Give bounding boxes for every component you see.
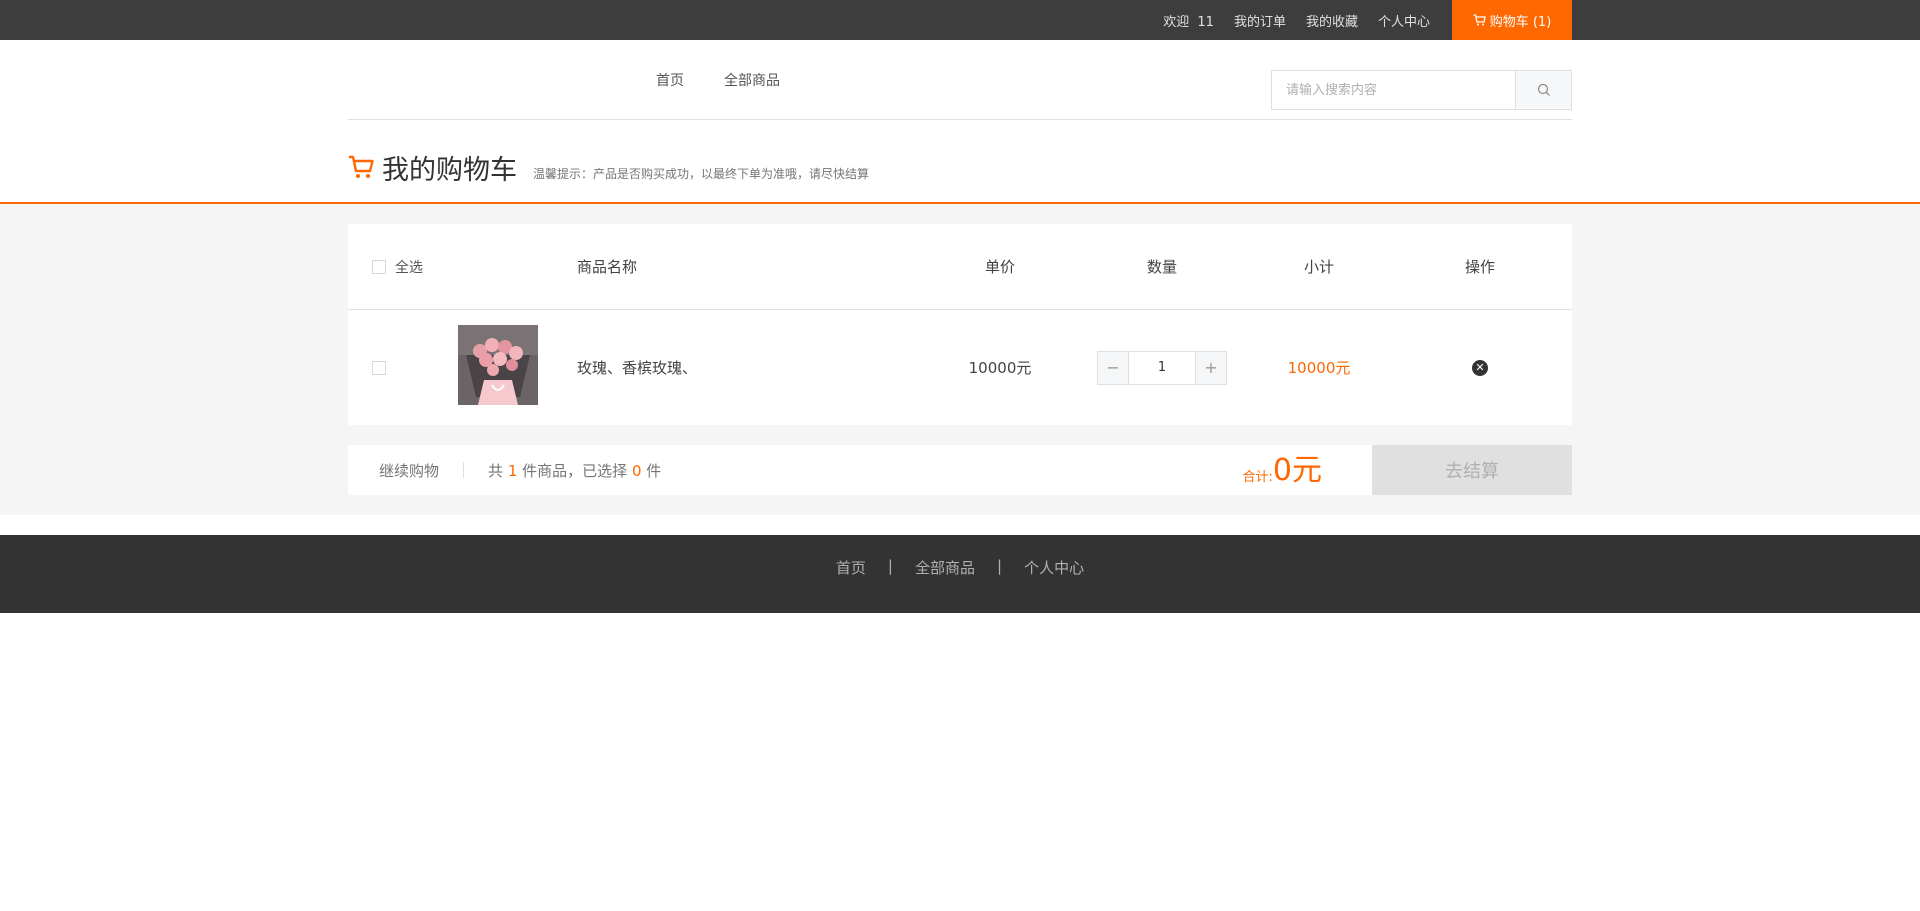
- search-input[interactable]: [1271, 70, 1515, 110]
- select-all-checkbox[interactable]: [372, 259, 386, 274]
- footer-separator: |: [997, 557, 1003, 575]
- product-thumbnail[interactable]: [458, 325, 538, 405]
- column-header-price: 单价: [984, 258, 1015, 276]
- cart-title-section: 我的购物车 温馨提示：产品是否购买成功，以最终下单为准哦，请尽快结算: [0, 120, 1920, 204]
- count-suffix: 件: [646, 461, 662, 480]
- search-icon: [1537, 83, 1550, 96]
- cart-area: 全选 商品名称 单价 数量 小计 操作 玫瑰、香槟玫瑰、 10000元 − 1 …: [0, 204, 1920, 515]
- increase-qty-button[interactable]: +: [1196, 351, 1226, 384]
- item-qty: − 1 +: [1074, 350, 1250, 385]
- footer-link-user-center[interactable]: 个人中心: [1024, 557, 1084, 613]
- welcome-label: 欢迎: [1163, 14, 1190, 30]
- top-bar-links: 欢迎 11 我的订单 我的收藏 个人中心 购物车 (1): [1143, 0, 1572, 40]
- cart-icon: [1473, 14, 1486, 26]
- total-value: 0元: [1272, 453, 1322, 488]
- footer-link-home[interactable]: 首页: [836, 557, 866, 613]
- site-footer: 首页 | 全部商品 | 个人中心: [0, 535, 1920, 613]
- column-header-qty: 数量: [1146, 258, 1177, 276]
- decrease-qty-button[interactable]: −: [1098, 351, 1128, 384]
- page-title: 我的购物车: [382, 154, 517, 186]
- item-count: 共 1 件商品，已选择 0 件: [488, 460, 661, 481]
- my-favorites-link[interactable]: 我的收藏: [1306, 11, 1358, 30]
- select-all-label: 全选: [395, 259, 423, 276]
- select-all: 全选: [348, 257, 556, 277]
- item-operation: ✕: [1388, 359, 1572, 376]
- count-prefix: 共: [488, 461, 504, 480]
- total-label: 合计:: [1242, 470, 1273, 485]
- quantity-value[interactable]: 1: [1128, 351, 1196, 384]
- checkout-button[interactable]: 去结算: [1372, 445, 1572, 495]
- site-header: 首页 全部商品: [348, 40, 1572, 120]
- summary-divider: [463, 462, 465, 478]
- column-header-subtotal: 小计: [1303, 258, 1334, 276]
- rose-bouquet-image: [458, 325, 538, 405]
- delete-item-icon[interactable]: ✕: [1472, 359, 1488, 376]
- search-box: [1271, 70, 1572, 110]
- cart-title-icon: [349, 155, 374, 178]
- item-name[interactable]: 玫瑰、香槟玫瑰、: [556, 357, 926, 378]
- item-checkbox[interactable]: [372, 360, 386, 375]
- cart-item-row: 玫瑰、香槟玫瑰、 10000元 − 1 + 10000元 ✕: [348, 310, 1572, 425]
- search-button[interactable]: [1515, 70, 1572, 110]
- cart-total: 合计: 0元: [1243, 445, 1322, 495]
- username: 11: [1197, 14, 1214, 30]
- main-nav: 首页 全部商品: [656, 40, 820, 120]
- cart-title-row: 我的购物车 温馨提示：产品是否购买成功，以最终下单为准哦，请尽快结算: [348, 120, 1572, 202]
- nav-home[interactable]: 首页: [656, 70, 684, 90]
- cart-button[interactable]: 购物车 (1): [1452, 0, 1572, 40]
- continue-shopping-link[interactable]: 继续购物: [348, 460, 439, 481]
- nav-all-products[interactable]: 全部商品: [724, 70, 780, 90]
- column-header-name: 商品名称: [577, 258, 638, 276]
- cart-button-label: 购物车 (1): [1489, 14, 1552, 30]
- column-header-operation: 操作: [1464, 258, 1495, 276]
- cart-table: 全选 商品名称 单价 数量 小计 操作 玫瑰、香槟玫瑰、 10000元 − 1 …: [348, 224, 1572, 425]
- count-total: 1: [507, 461, 518, 480]
- welcome-text: 欢迎 11: [1163, 11, 1214, 30]
- cart-summary-bar: 继续购物 共 1 件商品，已选择 0 件 合计: 0元 去结算: [348, 445, 1572, 495]
- item-price: 10000元: [968, 359, 1032, 377]
- cart-table-header: 全选 商品名称 单价 数量 小计 操作: [348, 224, 1572, 310]
- footer-link-all-products[interactable]: 全部商品: [915, 557, 975, 613]
- top-bar: 欢迎 11 我的订单 我的收藏 个人中心 购物车 (1): [0, 0, 1920, 40]
- my-orders-link[interactable]: 我的订单: [1234, 11, 1286, 30]
- item-subtotal: 10000元: [1287, 359, 1351, 377]
- user-center-link[interactable]: 个人中心: [1378, 11, 1430, 30]
- count-selected: 0: [631, 461, 642, 480]
- footer-separator: |: [887, 557, 893, 575]
- cart-tip: 温馨提示：产品是否购买成功，以最终下单为准哦，请尽快结算: [533, 166, 870, 181]
- quantity-stepper: − 1 +: [1097, 350, 1227, 385]
- count-mid: 件商品，已选择: [522, 461, 628, 480]
